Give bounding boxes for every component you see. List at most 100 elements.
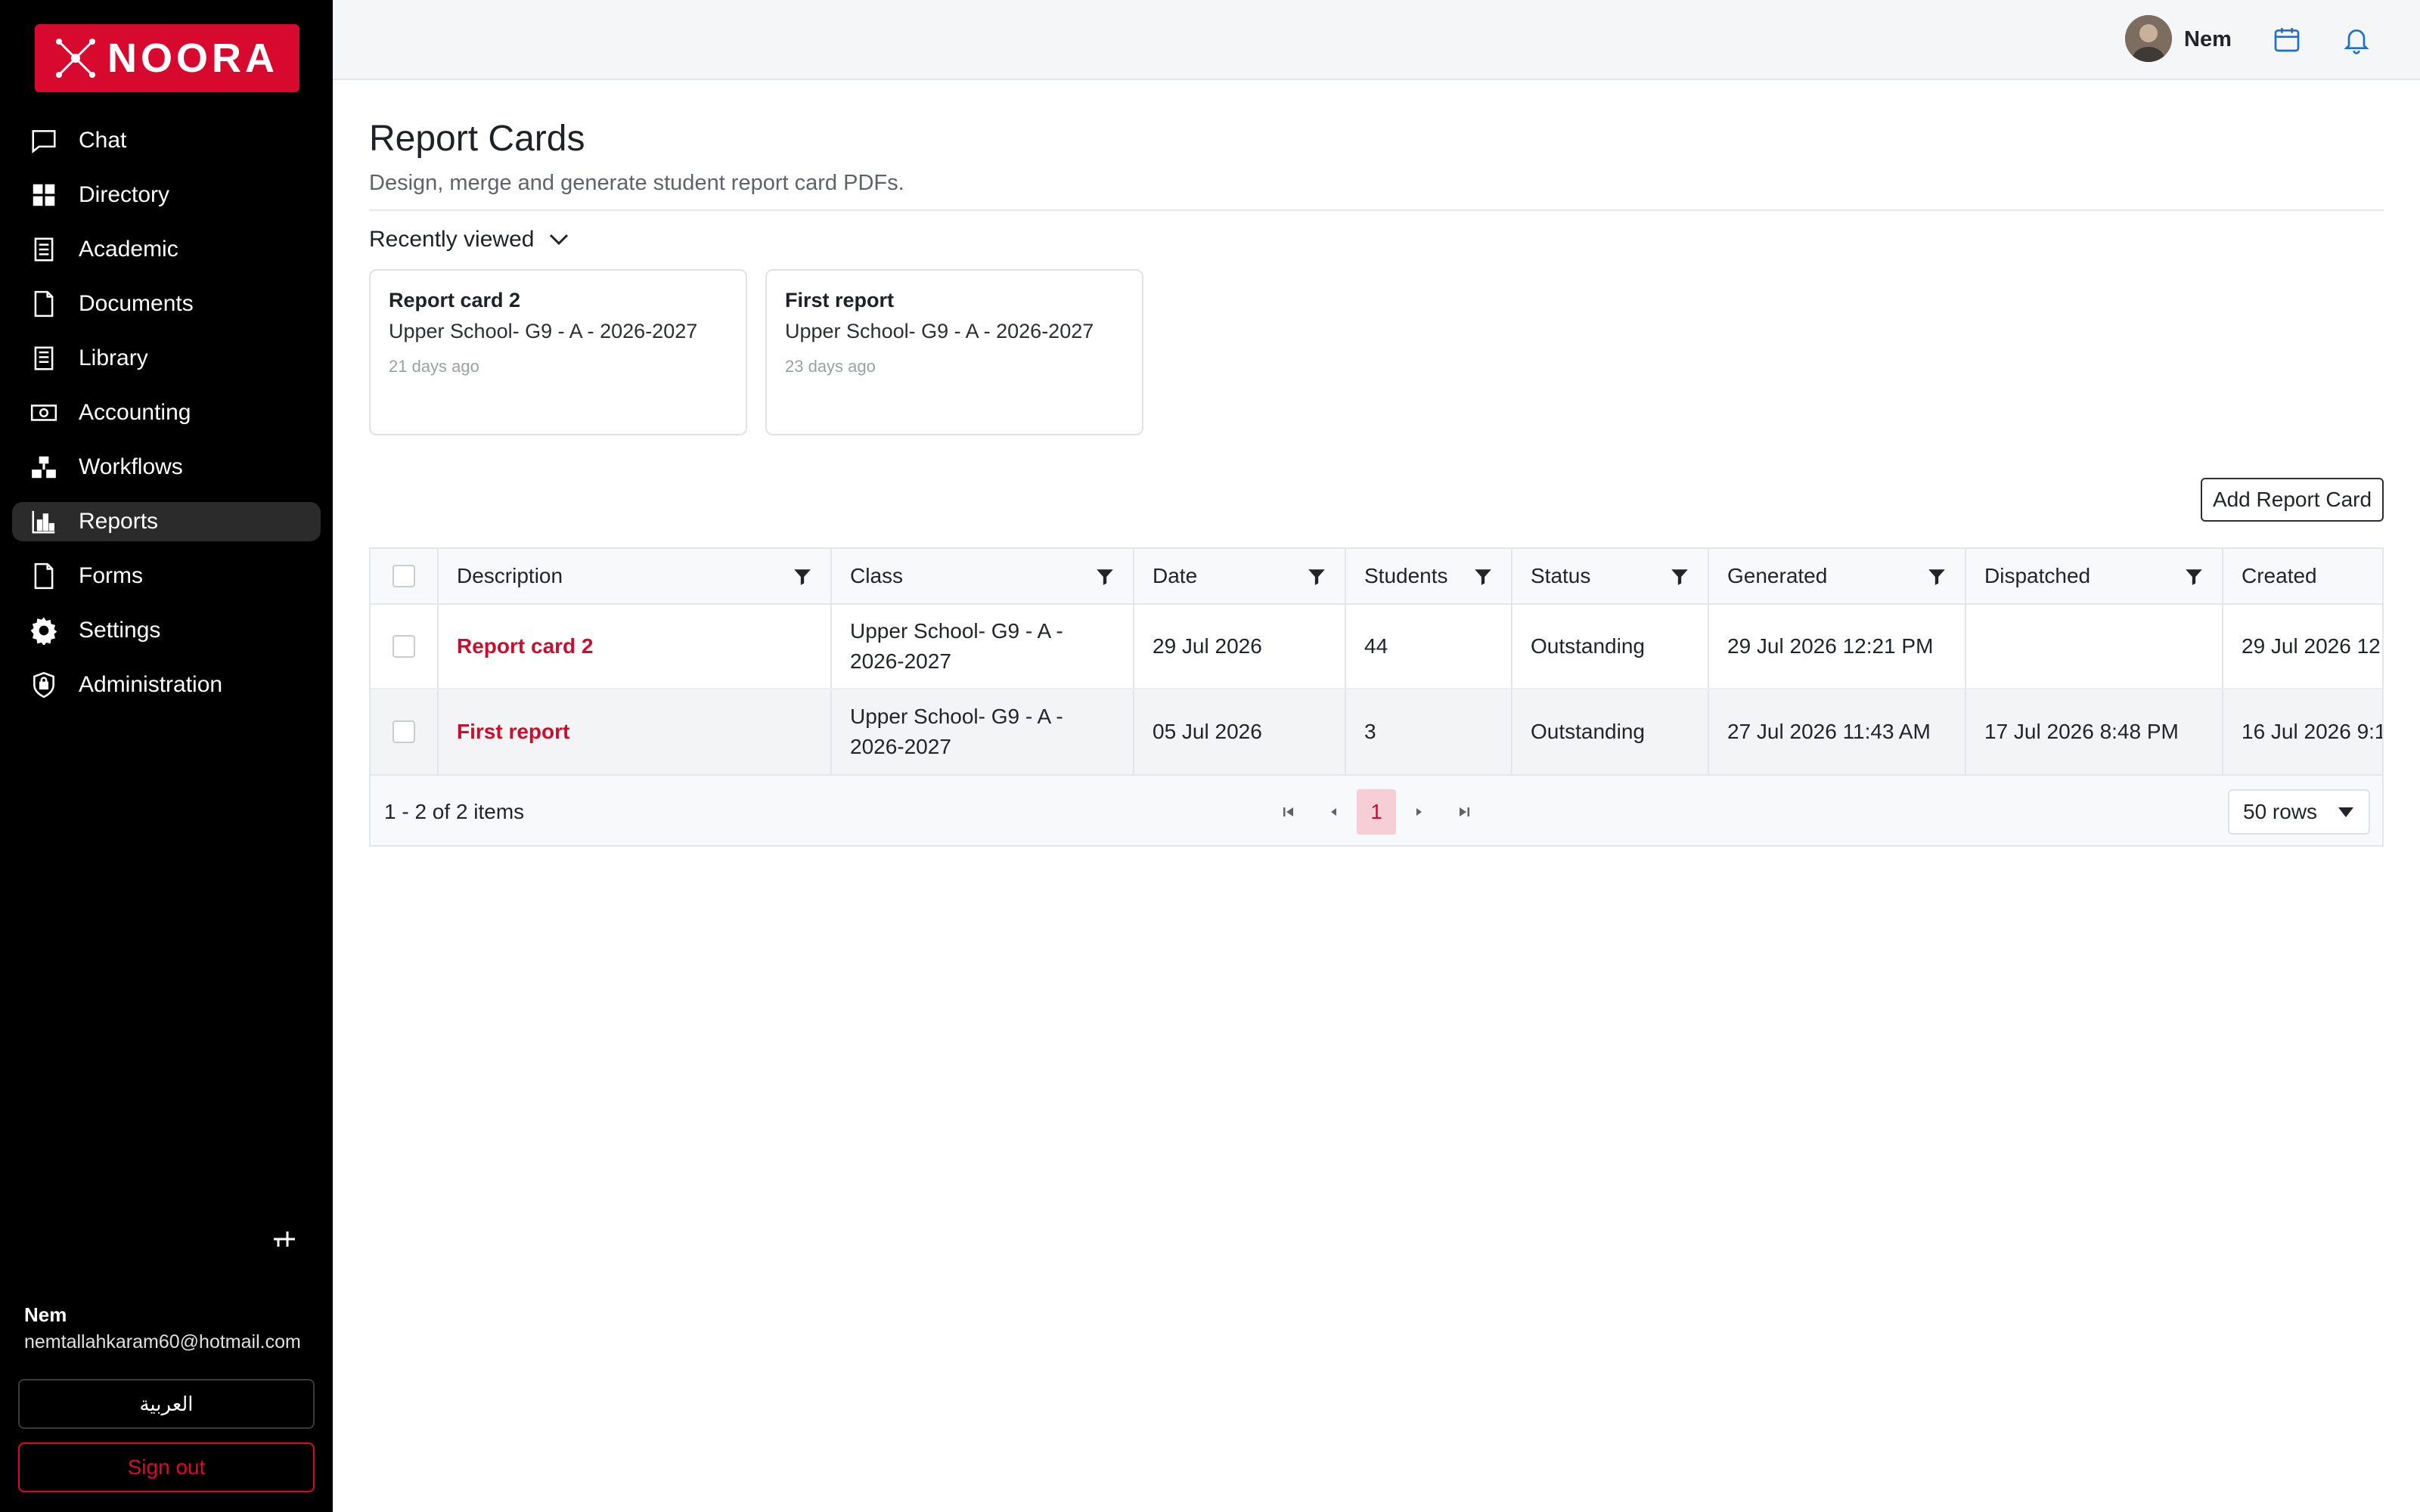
report-link[interactable]: First report bbox=[457, 720, 569, 744]
language-switch-button[interactable]: العربية bbox=[18, 1379, 315, 1429]
column-header-label: Generated bbox=[1727, 564, 1828, 587]
column-header-label: Date bbox=[1153, 564, 1198, 587]
sidebar-item-reports[interactable]: Reports bbox=[12, 502, 321, 541]
column-header-date[interactable]: Date bbox=[1134, 549, 1346, 603]
sidebar-item-accounting[interactable]: Accounting bbox=[12, 393, 321, 432]
class-line: 2026-2027 bbox=[850, 735, 951, 758]
sidebar-item-label: Settings bbox=[79, 618, 161, 643]
filter-icon[interactable] bbox=[2184, 567, 2204, 587]
select-all-cell bbox=[371, 549, 439, 603]
next-page-icon[interactable] bbox=[1405, 798, 1432, 826]
table-row[interactable]: Report card 2 Upper School- G9 - A - 2026… bbox=[371, 605, 2384, 689]
report-cards-table: Description Class Date Students Status G… bbox=[369, 547, 2384, 847]
sign-out-button[interactable]: Sign out bbox=[18, 1442, 315, 1492]
sidebar-item-directory[interactable]: Directory bbox=[12, 175, 321, 215]
column-header-students[interactable]: Students bbox=[1346, 549, 1512, 603]
dispatched-cell: 17 Jul 2026 8:48 PM bbox=[1966, 689, 2223, 774]
rows-per-page-select[interactable]: 50 rows bbox=[2228, 789, 2370, 835]
workflow-icon bbox=[27, 451, 60, 484]
column-header-class[interactable]: Class bbox=[832, 549, 1134, 603]
column-header-status[interactable]: Status bbox=[1512, 549, 1709, 603]
sidebar-item-label: Chat bbox=[79, 128, 127, 153]
sidebar-item-settings[interactable]: Settings bbox=[12, 611, 321, 650]
sidebar-user-email: nemtallahkaram60@hotmail.com bbox=[24, 1331, 301, 1352]
table-pager: 1 - 2 of 2 items 1 50 rows bbox=[371, 774, 2382, 845]
bell-icon[interactable] bbox=[2335, 18, 2378, 60]
filter-icon[interactable] bbox=[793, 567, 812, 587]
row-select-cell bbox=[371, 689, 439, 774]
created-cell: 16 Jul 2026 9:1( bbox=[2242, 720, 2384, 743]
class-line: 2026-2027 bbox=[850, 649, 951, 673]
sidebar-item-academic[interactable]: Academic bbox=[12, 230, 321, 269]
select-all-checkbox[interactable] bbox=[392, 565, 415, 587]
dispatched-cell bbox=[1966, 605, 2223, 688]
sidebar-item-label: Accounting bbox=[79, 400, 191, 425]
description-cell: First report bbox=[439, 689, 832, 774]
add-report-card-button[interactable]: Add Report Card bbox=[2201, 478, 2384, 522]
students-cell: 44 bbox=[1346, 605, 1512, 688]
recent-card-title: Report card 2 bbox=[389, 289, 521, 311]
page-number-button[interactable]: 1 bbox=[1357, 789, 1396, 835]
description-cell: Report card 2 bbox=[439, 605, 832, 688]
pager-info: 1 - 2 of 2 items bbox=[384, 800, 525, 823]
sidebar-item-label: Reports bbox=[79, 509, 159, 534]
row-checkbox[interactable] bbox=[392, 635, 415, 658]
book-icon bbox=[27, 342, 60, 375]
sidebar-user-info: Nem nemtallahkaram60@hotmail.com bbox=[24, 1303, 301, 1353]
sidebar-item-chat[interactable]: Chat bbox=[12, 121, 321, 160]
column-header-label: Created bbox=[2242, 564, 2317, 587]
rows-per-page-value: 50 rows bbox=[2243, 800, 2318, 823]
filter-icon[interactable] bbox=[1473, 567, 1493, 587]
column-header-description[interactable]: Description bbox=[439, 549, 832, 603]
date-cell: 05 Jul 2026 bbox=[1134, 689, 1346, 774]
recent-card[interactable]: Report card 2 Upper School- G9 - A - 202… bbox=[369, 269, 747, 435]
form-icon bbox=[27, 559, 60, 593]
filter-icon[interactable] bbox=[1095, 567, 1115, 587]
table-row[interactable]: First report Upper School- G9 - A - 2026-… bbox=[371, 689, 2384, 774]
table-header-row: Description Class Date Students Status G… bbox=[371, 549, 2382, 605]
report-link[interactable]: Report card 2 bbox=[457, 634, 594, 658]
sidebar-item-library[interactable]: Library bbox=[12, 339, 321, 378]
recent-card-time: 23 days ago bbox=[785, 357, 876, 376]
column-header-label: Description bbox=[457, 564, 563, 587]
topbar-user-name[interactable]: Nem bbox=[2184, 27, 2232, 52]
brand-name: NOORA bbox=[107, 36, 278, 81]
generated-cell: 29 Jul 2026 12:21 PM bbox=[1709, 605, 1966, 688]
noora-logo[interactable]: NOORA bbox=[35, 24, 299, 92]
class-cell: Upper School- G9 - A - 2026-2027 bbox=[832, 605, 1134, 688]
first-page-icon[interactable] bbox=[1275, 798, 1302, 826]
avatar[interactable] bbox=[2125, 15, 2172, 62]
sidebar-item-administration[interactable]: Administration bbox=[12, 665, 321, 705]
document-icon bbox=[27, 287, 60, 321]
pin-sidebar-icon[interactable] bbox=[269, 1228, 299, 1250]
row-select-cell bbox=[371, 605, 439, 688]
column-header-label: Students bbox=[1364, 564, 1448, 587]
recent-card-time: 21 days ago bbox=[389, 357, 479, 376]
class-line: Upper School- G9 - A - bbox=[850, 705, 1063, 728]
row-checkbox[interactable] bbox=[392, 720, 415, 743]
logo-mark-icon bbox=[51, 34, 100, 82]
recent-card-class: Upper School- G9 - A - 2026-2027 bbox=[785, 320, 1094, 342]
column-header-dispatched[interactable]: Dispatched bbox=[1966, 549, 2223, 603]
last-page-icon[interactable] bbox=[1450, 798, 1478, 826]
recently-viewed-label: Recently viewed bbox=[369, 227, 535, 252]
class-cell: Upper School- G9 - A - 2026-2027 bbox=[832, 689, 1134, 774]
calendar-icon[interactable] bbox=[2266, 18, 2308, 60]
recent-card[interactable]: First report Upper School- G9 - A - 2026… bbox=[765, 269, 1143, 435]
previous-page-icon[interactable] bbox=[1320, 798, 1348, 826]
recently-viewed-toggle[interactable]: Recently viewed bbox=[369, 227, 570, 253]
sidebar-item-label: Workflows bbox=[79, 454, 183, 479]
filter-icon[interactable] bbox=[1670, 567, 1689, 587]
filter-icon[interactable] bbox=[1307, 567, 1326, 587]
column-header-created[interactable]: Created bbox=[2223, 549, 2382, 603]
created-cell: 29 Jul 2026 12: bbox=[2242, 634, 2384, 658]
sidebar: NOORA Chat Directory Academic Documents bbox=[0, 0, 333, 1512]
column-header-generated[interactable]: Generated bbox=[1709, 549, 1966, 603]
sidebar-item-workflows[interactable]: Workflows bbox=[12, 448, 321, 487]
sidebar-item-forms[interactable]: Forms bbox=[12, 556, 321, 596]
recent-card-class: Upper School- G9 - A - 2026-2027 bbox=[389, 320, 698, 342]
grid-icon bbox=[27, 178, 60, 212]
caret-down-icon bbox=[2338, 807, 2353, 817]
filter-icon[interactable] bbox=[1927, 567, 1947, 587]
sidebar-item-documents[interactable]: Documents bbox=[12, 284, 321, 324]
